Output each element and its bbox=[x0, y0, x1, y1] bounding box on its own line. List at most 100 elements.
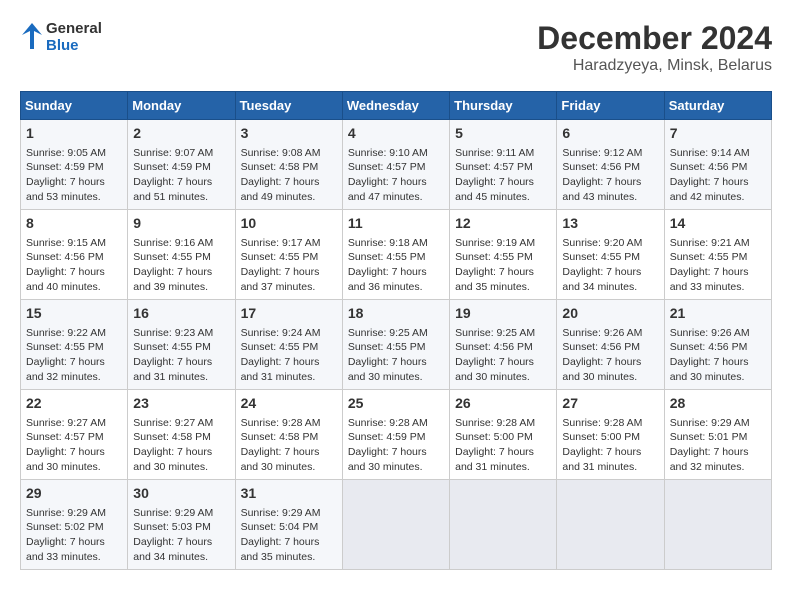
page-header: General Blue December 2024 Haradzyeya, M… bbox=[20, 20, 772, 75]
calendar-day-5: 5Sunrise: 9:11 AM Sunset: 4:57 PM Daylig… bbox=[450, 120, 557, 210]
day-number: 2 bbox=[133, 124, 229, 144]
day-number: 30 bbox=[133, 484, 229, 504]
day-number: 15 bbox=[26, 304, 122, 324]
day-number: 5 bbox=[455, 124, 551, 144]
day-number: 11 bbox=[348, 214, 444, 234]
calendar-day-7: 7Sunrise: 9:14 AM Sunset: 4:56 PM Daylig… bbox=[664, 120, 771, 210]
calendar-day-18: 18Sunrise: 9:25 AM Sunset: 4:55 PM Dayli… bbox=[342, 300, 449, 390]
day-info: Sunrise: 9:24 AM Sunset: 4:55 PM Dayligh… bbox=[241, 326, 337, 385]
day-info: Sunrise: 9:23 AM Sunset: 4:55 PM Dayligh… bbox=[133, 326, 229, 385]
day-number: 16 bbox=[133, 304, 229, 324]
calendar-day-15: 15Sunrise: 9:22 AM Sunset: 4:55 PM Dayli… bbox=[21, 300, 128, 390]
calendar-day-3: 3Sunrise: 9:08 AM Sunset: 4:58 PM Daylig… bbox=[235, 120, 342, 210]
empty-cell bbox=[450, 480, 557, 570]
col-header-monday: Monday bbox=[128, 92, 235, 120]
calendar-day-26: 26Sunrise: 9:28 AM Sunset: 5:00 PM Dayli… bbox=[450, 390, 557, 480]
calendar-day-12: 12Sunrise: 9:19 AM Sunset: 4:55 PM Dayli… bbox=[450, 210, 557, 300]
day-number: 13 bbox=[562, 214, 658, 234]
col-header-friday: Friday bbox=[557, 92, 664, 120]
calendar-day-17: 17Sunrise: 9:24 AM Sunset: 4:55 PM Dayli… bbox=[235, 300, 342, 390]
calendar-day-23: 23Sunrise: 9:27 AM Sunset: 4:58 PM Dayli… bbox=[128, 390, 235, 480]
calendar-table: SundayMondayTuesdayWednesdayThursdayFrid… bbox=[20, 91, 772, 570]
day-number: 22 bbox=[26, 394, 122, 414]
calendar-day-11: 11Sunrise: 9:18 AM Sunset: 4:55 PM Dayli… bbox=[342, 210, 449, 300]
day-number: 23 bbox=[133, 394, 229, 414]
day-info: Sunrise: 9:29 AM Sunset: 5:03 PM Dayligh… bbox=[133, 506, 229, 565]
day-info: Sunrise: 9:29 AM Sunset: 5:02 PM Dayligh… bbox=[26, 506, 122, 565]
day-number: 28 bbox=[670, 394, 766, 414]
day-info: Sunrise: 9:26 AM Sunset: 4:56 PM Dayligh… bbox=[670, 326, 766, 385]
day-number: 14 bbox=[670, 214, 766, 234]
day-info: Sunrise: 9:08 AM Sunset: 4:58 PM Dayligh… bbox=[241, 146, 337, 205]
day-info: Sunrise: 9:27 AM Sunset: 4:57 PM Dayligh… bbox=[26, 416, 122, 475]
calendar-week-3: 15Sunrise: 9:22 AM Sunset: 4:55 PM Dayli… bbox=[21, 300, 772, 390]
calendar-day-9: 9Sunrise: 9:16 AM Sunset: 4:55 PM Daylig… bbox=[128, 210, 235, 300]
empty-cell bbox=[557, 480, 664, 570]
calendar-day-8: 8Sunrise: 9:15 AM Sunset: 4:56 PM Daylig… bbox=[21, 210, 128, 300]
day-number: 6 bbox=[562, 124, 658, 144]
day-number: 4 bbox=[348, 124, 444, 144]
logo-blue: Blue bbox=[46, 37, 102, 54]
day-info: Sunrise: 9:05 AM Sunset: 4:59 PM Dayligh… bbox=[26, 146, 122, 205]
calendar-day-14: 14Sunrise: 9:21 AM Sunset: 4:55 PM Dayli… bbox=[664, 210, 771, 300]
empty-cell bbox=[342, 480, 449, 570]
day-number: 1 bbox=[26, 124, 122, 144]
calendar-day-16: 16Sunrise: 9:23 AM Sunset: 4:55 PM Dayli… bbox=[128, 300, 235, 390]
calendar-day-25: 25Sunrise: 9:28 AM Sunset: 4:59 PM Dayli… bbox=[342, 390, 449, 480]
calendar-day-22: 22Sunrise: 9:27 AM Sunset: 4:57 PM Dayli… bbox=[21, 390, 128, 480]
calendar-day-20: 20Sunrise: 9:26 AM Sunset: 4:56 PM Dayli… bbox=[557, 300, 664, 390]
day-number: 27 bbox=[562, 394, 658, 414]
day-number: 8 bbox=[26, 214, 122, 234]
day-number: 18 bbox=[348, 304, 444, 324]
calendar-day-1: 1Sunrise: 9:05 AM Sunset: 4:59 PM Daylig… bbox=[21, 120, 128, 210]
day-info: Sunrise: 9:29 AM Sunset: 5:04 PM Dayligh… bbox=[241, 506, 337, 565]
day-info: Sunrise: 9:17 AM Sunset: 4:55 PM Dayligh… bbox=[241, 236, 337, 295]
day-number: 21 bbox=[670, 304, 766, 324]
day-info: Sunrise: 9:28 AM Sunset: 5:00 PM Dayligh… bbox=[455, 416, 551, 475]
calendar-week-1: 1Sunrise: 9:05 AM Sunset: 4:59 PM Daylig… bbox=[21, 120, 772, 210]
day-info: Sunrise: 9:28 AM Sunset: 4:59 PM Dayligh… bbox=[348, 416, 444, 475]
col-header-wednesday: Wednesday bbox=[342, 92, 449, 120]
page-title: December 2024 bbox=[537, 20, 772, 57]
col-header-thursday: Thursday bbox=[450, 92, 557, 120]
calendar-day-24: 24Sunrise: 9:28 AM Sunset: 4:58 PM Dayli… bbox=[235, 390, 342, 480]
day-info: Sunrise: 9:26 AM Sunset: 4:56 PM Dayligh… bbox=[562, 326, 658, 385]
calendar-day-28: 28Sunrise: 9:29 AM Sunset: 5:01 PM Dayli… bbox=[664, 390, 771, 480]
day-number: 3 bbox=[241, 124, 337, 144]
day-info: Sunrise: 9:15 AM Sunset: 4:56 PM Dayligh… bbox=[26, 236, 122, 295]
day-info: Sunrise: 9:28 AM Sunset: 5:00 PM Dayligh… bbox=[562, 416, 658, 475]
calendar-day-13: 13Sunrise: 9:20 AM Sunset: 4:55 PM Dayli… bbox=[557, 210, 664, 300]
calendar-day-10: 10Sunrise: 9:17 AM Sunset: 4:55 PM Dayli… bbox=[235, 210, 342, 300]
day-info: Sunrise: 9:21 AM Sunset: 4:55 PM Dayligh… bbox=[670, 236, 766, 295]
day-number: 19 bbox=[455, 304, 551, 324]
calendar-week-2: 8Sunrise: 9:15 AM Sunset: 4:56 PM Daylig… bbox=[21, 210, 772, 300]
day-number: 20 bbox=[562, 304, 658, 324]
day-number: 25 bbox=[348, 394, 444, 414]
calendar-day-2: 2Sunrise: 9:07 AM Sunset: 4:59 PM Daylig… bbox=[128, 120, 235, 210]
calendar-header-row: SundayMondayTuesdayWednesdayThursdayFrid… bbox=[21, 92, 772, 120]
day-info: Sunrise: 9:25 AM Sunset: 4:56 PM Dayligh… bbox=[455, 326, 551, 385]
calendar-day-30: 30Sunrise: 9:29 AM Sunset: 5:03 PM Dayli… bbox=[128, 480, 235, 570]
day-info: Sunrise: 9:14 AM Sunset: 4:56 PM Dayligh… bbox=[670, 146, 766, 205]
day-info: Sunrise: 9:29 AM Sunset: 5:01 PM Dayligh… bbox=[670, 416, 766, 475]
day-number: 24 bbox=[241, 394, 337, 414]
day-info: Sunrise: 9:11 AM Sunset: 4:57 PM Dayligh… bbox=[455, 146, 551, 205]
day-number: 31 bbox=[241, 484, 337, 504]
day-info: Sunrise: 9:28 AM Sunset: 4:58 PM Dayligh… bbox=[241, 416, 337, 475]
day-info: Sunrise: 9:25 AM Sunset: 4:55 PM Dayligh… bbox=[348, 326, 444, 385]
calendar-week-4: 22Sunrise: 9:27 AM Sunset: 4:57 PM Dayli… bbox=[21, 390, 772, 480]
calendar-body: 1Sunrise: 9:05 AM Sunset: 4:59 PM Daylig… bbox=[21, 120, 772, 570]
day-info: Sunrise: 9:16 AM Sunset: 4:55 PM Dayligh… bbox=[133, 236, 229, 295]
day-info: Sunrise: 9:27 AM Sunset: 4:58 PM Dayligh… bbox=[133, 416, 229, 475]
day-number: 12 bbox=[455, 214, 551, 234]
calendar-day-4: 4Sunrise: 9:10 AM Sunset: 4:57 PM Daylig… bbox=[342, 120, 449, 210]
logo: General Blue bbox=[20, 20, 102, 55]
calendar-day-6: 6Sunrise: 9:12 AM Sunset: 4:56 PM Daylig… bbox=[557, 120, 664, 210]
calendar-day-29: 29Sunrise: 9:29 AM Sunset: 5:02 PM Dayli… bbox=[21, 480, 128, 570]
title-block: December 2024 Haradzyeya, Minsk, Belarus bbox=[537, 20, 772, 75]
calendar-week-5: 29Sunrise: 9:29 AM Sunset: 5:02 PM Dayli… bbox=[21, 480, 772, 570]
logo-general: General bbox=[46, 20, 102, 37]
day-number: 10 bbox=[241, 214, 337, 234]
col-header-sunday: Sunday bbox=[21, 92, 128, 120]
day-number: 17 bbox=[241, 304, 337, 324]
